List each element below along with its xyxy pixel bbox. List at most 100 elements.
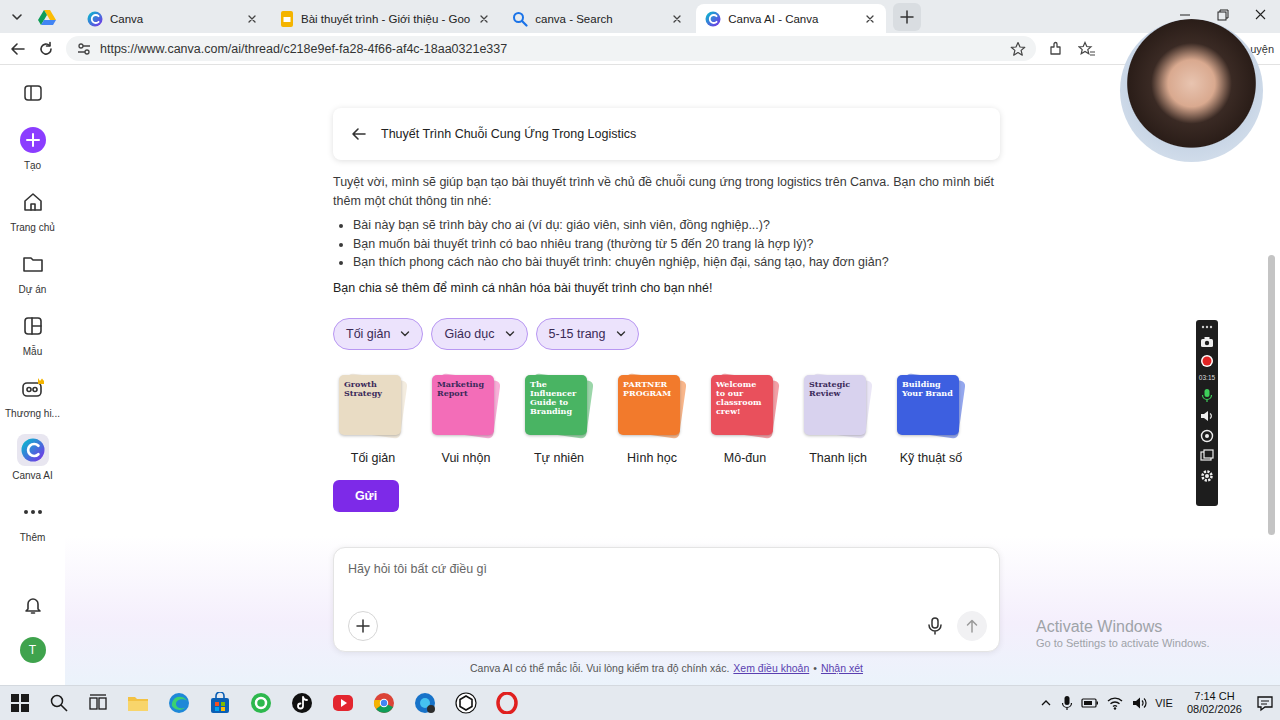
close-tab-icon[interactable] [245, 12, 259, 26]
tab-strip-left [0, 0, 78, 33]
style-label: Hình học [627, 451, 677, 465]
style-card[interactable]: Marketing Report Vui nhộn [426, 373, 506, 465]
browser-tab[interactable]: Canva [78, 4, 268, 33]
volume-icon[interactable] [1131, 695, 1147, 711]
chip-label: 5-15 trang [549, 327, 606, 341]
close-tab-icon[interactable] [863, 12, 877, 26]
style-label: Vui nhộn [442, 451, 491, 465]
microphone-icon[interactable] [1201, 388, 1213, 403]
browser-tab[interactable]: canva - Search [503, 4, 693, 33]
screen: CanvaBài thuyết trình - Giới thiệu - Goo… [0, 0, 1280, 720]
sidebar-item[interactable]: Mẫu [2, 310, 64, 372]
file-explorer-icon[interactable] [127, 693, 149, 713]
style-thumbnail-front: Welcome to our classroom crew! [711, 375, 773, 435]
sidebar-item[interactable]: Tạo [2, 124, 64, 186]
opera-icon[interactable] [496, 692, 518, 714]
send-button[interactable]: Gửi [333, 480, 399, 512]
style-thumbnail-front: Marketing Report [432, 375, 494, 435]
search-icon[interactable] [49, 693, 69, 713]
record-icon[interactable] [1200, 354, 1214, 368]
green-app-icon[interactable] [250, 692, 272, 714]
drive-icon[interactable] [38, 9, 56, 25]
panel-toggle-icon[interactable] [23, 83, 43, 103]
close-tab-icon[interactable] [670, 12, 684, 26]
close-window-icon[interactable] [1242, 0, 1280, 30]
style-card[interactable]: Welcome to our classroom crew!Mô-đun [705, 373, 785, 465]
windows-start-icon[interactable] [10, 693, 30, 713]
wifi-icon[interactable] [1107, 695, 1123, 711]
gear-icon[interactable] [1200, 469, 1214, 483]
tab-list-chevron-icon[interactable] [10, 10, 24, 24]
scrollbar[interactable] [1262, 65, 1280, 685]
back-arrow-icon[interactable] [10, 41, 26, 57]
style-label: Thanh lịch [809, 451, 867, 465]
video-app-icon[interactable] [332, 692, 354, 714]
canva-page: TạoTrang chủDự ánMẫuThương hi...Canva AI… [0, 65, 1280, 685]
option-chip[interactable]: Tối giản [333, 318, 423, 350]
option-chip[interactable]: Giáo dục [431, 318, 527, 350]
style-card[interactable]: Strategic ReviewThanh lịch [798, 373, 878, 465]
site-info-icon[interactable] [76, 41, 92, 57]
favorite-star-icon[interactable] [1010, 41, 1026, 57]
clock-date: 08/02/2026 [1187, 703, 1242, 716]
tiktok-icon[interactable] [291, 692, 313, 714]
back-arrow-icon[interactable] [351, 126, 367, 142]
recording-time: 03:15 [1199, 374, 1215, 382]
sidebar-item[interactable]: Thương hi... [2, 372, 64, 434]
style-card[interactable]: PARTNER PROGRAM Hình học [612, 373, 692, 465]
speaker-icon[interactable] [1200, 409, 1214, 423]
browser-tab[interactable]: Bài thuyết trình - Giới thiệu - Goo [271, 4, 500, 33]
microphone-icon[interactable] [927, 617, 943, 635]
extensions-icon[interactable] [1048, 41, 1064, 57]
sidebar-item[interactable]: Canva AI [2, 434, 64, 496]
profile-label[interactable]: uyện [1250, 43, 1276, 55]
option-chip[interactable]: 5-15 trang [536, 318, 639, 350]
microphone-tray-icon[interactable] [1061, 695, 1073, 711]
thumbnail-title: PARTNER PROGRAM [623, 379, 671, 398]
feedback-link[interactable]: Nhận xét [821, 662, 863, 674]
task-view-icon[interactable] [88, 693, 108, 713]
style-options: Growth StrategyTối giản Marketing Report V… [333, 373, 1000, 465]
grip-dots-icon[interactable] [1200, 324, 1214, 330]
bell-icon[interactable] [23, 595, 43, 615]
reload-icon[interactable] [38, 41, 54, 57]
style-card[interactable]: Building Your BrandKỹ thuật số [891, 373, 971, 465]
sidebar-toggle[interactable] [23, 80, 43, 106]
webcam-icon[interactable] [1200, 429, 1214, 443]
scrollbar-thumb[interactable] [1268, 255, 1275, 535]
sidebar-item[interactable]: Thêm [2, 496, 64, 558]
battery-icon[interactable] [1081, 695, 1099, 711]
address-field[interactable]: https://www.canva.com/ai/thread/c218e9ef… [66, 36, 1036, 61]
clock[interactable]: 7:14 CH08/02/2026 [1181, 690, 1248, 716]
sidebar-item[interactable]: Dự án [2, 248, 64, 310]
style-label: Tự nhiên [534, 451, 584, 465]
taskbar: VIE 7:14 CH08/02/2026 [0, 685, 1280, 720]
chip-label: Giáo dục [444, 327, 494, 341]
store-icon[interactable] [209, 692, 231, 714]
chat-input[interactable] [348, 562, 987, 576]
edge-icon[interactable] [168, 692, 190, 714]
close-tab-icon[interactable] [477, 12, 491, 26]
submit-button[interactable] [957, 611, 987, 641]
attach-button[interactable] [348, 611, 378, 641]
chatgpt-icon[interactable] [455, 692, 477, 714]
search-favicon-icon [512, 11, 528, 27]
sidebar-icon-box [17, 248, 49, 280]
style-card[interactable]: The Influencer Guide to BrandingTự nhiên [519, 373, 599, 465]
terms-link[interactable]: Xem điều khoản [733, 662, 809, 674]
style-card[interactable]: Growth StrategyTối giản [333, 373, 413, 465]
style-label: Kỹ thuật số [900, 451, 963, 465]
tray-chevron-icon[interactable] [1039, 696, 1053, 710]
favorites-icon[interactable] [1078, 41, 1096, 57]
question-item: Bạn thích phong cách nào cho bài thuyết … [353, 253, 1000, 272]
screens-icon[interactable] [1200, 449, 1214, 463]
user-avatar[interactable]: T [20, 637, 46, 663]
sidebar-item[interactable]: Trang chủ [2, 186, 64, 248]
input-language[interactable]: VIE [1155, 697, 1173, 709]
chrome-icon[interactable] [373, 692, 395, 714]
camera-icon[interactable] [1200, 336, 1214, 348]
notification-icon[interactable] [1256, 694, 1274, 712]
new-tab-button[interactable] [893, 3, 921, 31]
edge-profile-icon[interactable] [414, 692, 436, 714]
browser-tab[interactable]: Canva AI - Canva [696, 4, 886, 33]
